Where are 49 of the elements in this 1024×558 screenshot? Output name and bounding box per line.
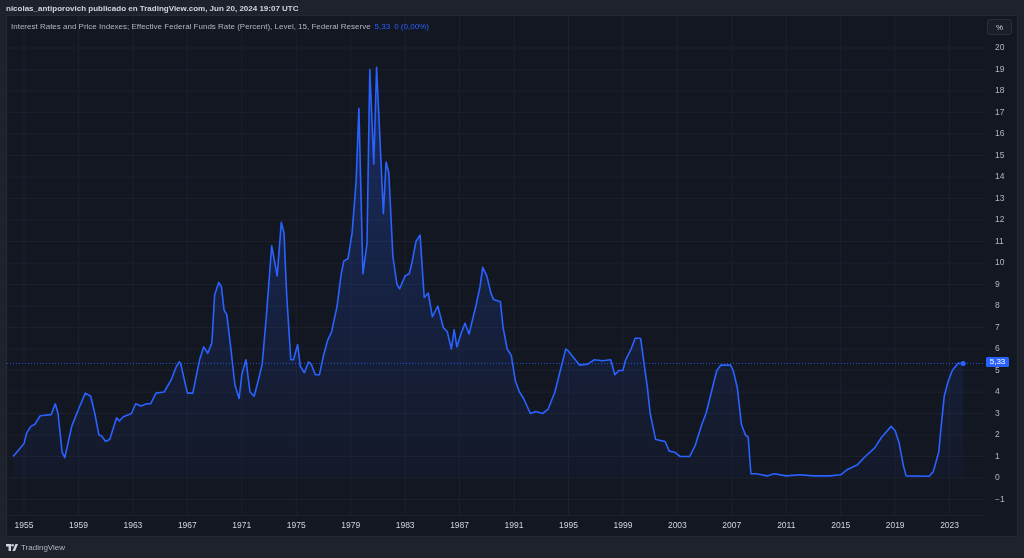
time-axis-label: 2007 — [722, 520, 742, 531]
price-axis-label: 18 — [995, 85, 1005, 96]
time-axis-label: 2023 — [940, 520, 960, 531]
price-axis-label: 9 — [995, 278, 1000, 289]
series-change: 0 (0,00%) — [394, 21, 429, 32]
price-axis-label: 6 — [995, 343, 1000, 354]
price-axis-label: 11 — [995, 235, 1004, 246]
time-axis-label: 1971 — [232, 520, 252, 531]
last-price-label: 5,33 — [986, 356, 1009, 367]
price-axis-label: 15 — [995, 149, 1005, 160]
time-axis-label: 2019 — [885, 520, 905, 531]
time-axis-label: 1987 — [450, 520, 470, 531]
time-axis-label: 2011 — [777, 520, 796, 531]
series-title: Interest Rates and Price Indexes; Effective Federal Funds Rate (Percent), Level, 15, Federal Reserve — [11, 21, 371, 32]
price-axis-label: 8 — [995, 300, 1000, 311]
price-axis-label: 2 — [995, 429, 1000, 440]
last-point-marker — [960, 360, 966, 366]
price-axis-label: 4 — [995, 386, 1000, 397]
price-axis-label: 5 — [995, 364, 1000, 375]
time-axis-label: 1983 — [395, 520, 415, 531]
time-axis-label: 1991 — [504, 520, 524, 531]
time-axis-label: 1995 — [559, 520, 578, 531]
price-axis-label: 10 — [995, 257, 1005, 268]
price-axis-label: −1 — [995, 493, 1005, 504]
time-axis-label: 1955 — [14, 520, 34, 531]
price-axis-label: 13 — [995, 192, 1005, 203]
time-axis-label: 1967 — [177, 520, 197, 531]
price-axis-label: 20 — [995, 42, 1005, 53]
time-axis-label: 2003 — [667, 520, 687, 531]
price-axis-label: 12 — [995, 214, 1005, 225]
time-axis-label: 1979 — [341, 520, 361, 531]
price-axis-label: 14 — [995, 171, 1005, 182]
time-axis-label: 2015 — [831, 520, 851, 531]
price-axis-label: 1 — [995, 450, 1000, 461]
series-value: 5,33 — [374, 21, 391, 32]
price-axis-label: 17 — [995, 106, 1005, 117]
price-axis-label: 16 — [995, 128, 1005, 139]
percent-scale-button[interactable]: % — [987, 19, 1012, 35]
price-axis-label: 19 — [995, 63, 1005, 74]
time-axis-label: 1975 — [286, 520, 306, 531]
price-axis-label: 3 — [995, 407, 1000, 418]
time-axis-label: 1999 — [613, 520, 633, 531]
logo-icon — [6, 543, 18, 551]
brand-name: TradingView — [21, 542, 66, 552]
price-axis-label: 0 — [995, 472, 1000, 483]
time-axis-label: 1959 — [69, 520, 88, 531]
time-axis-label: 1963 — [123, 520, 143, 531]
publication-info: nicolas_antiporovich publicado en TradingView.com, Jun 20, 2024 19:07 UTC — [6, 3, 299, 13]
price-axis-label: 7 — [995, 321, 1000, 332]
